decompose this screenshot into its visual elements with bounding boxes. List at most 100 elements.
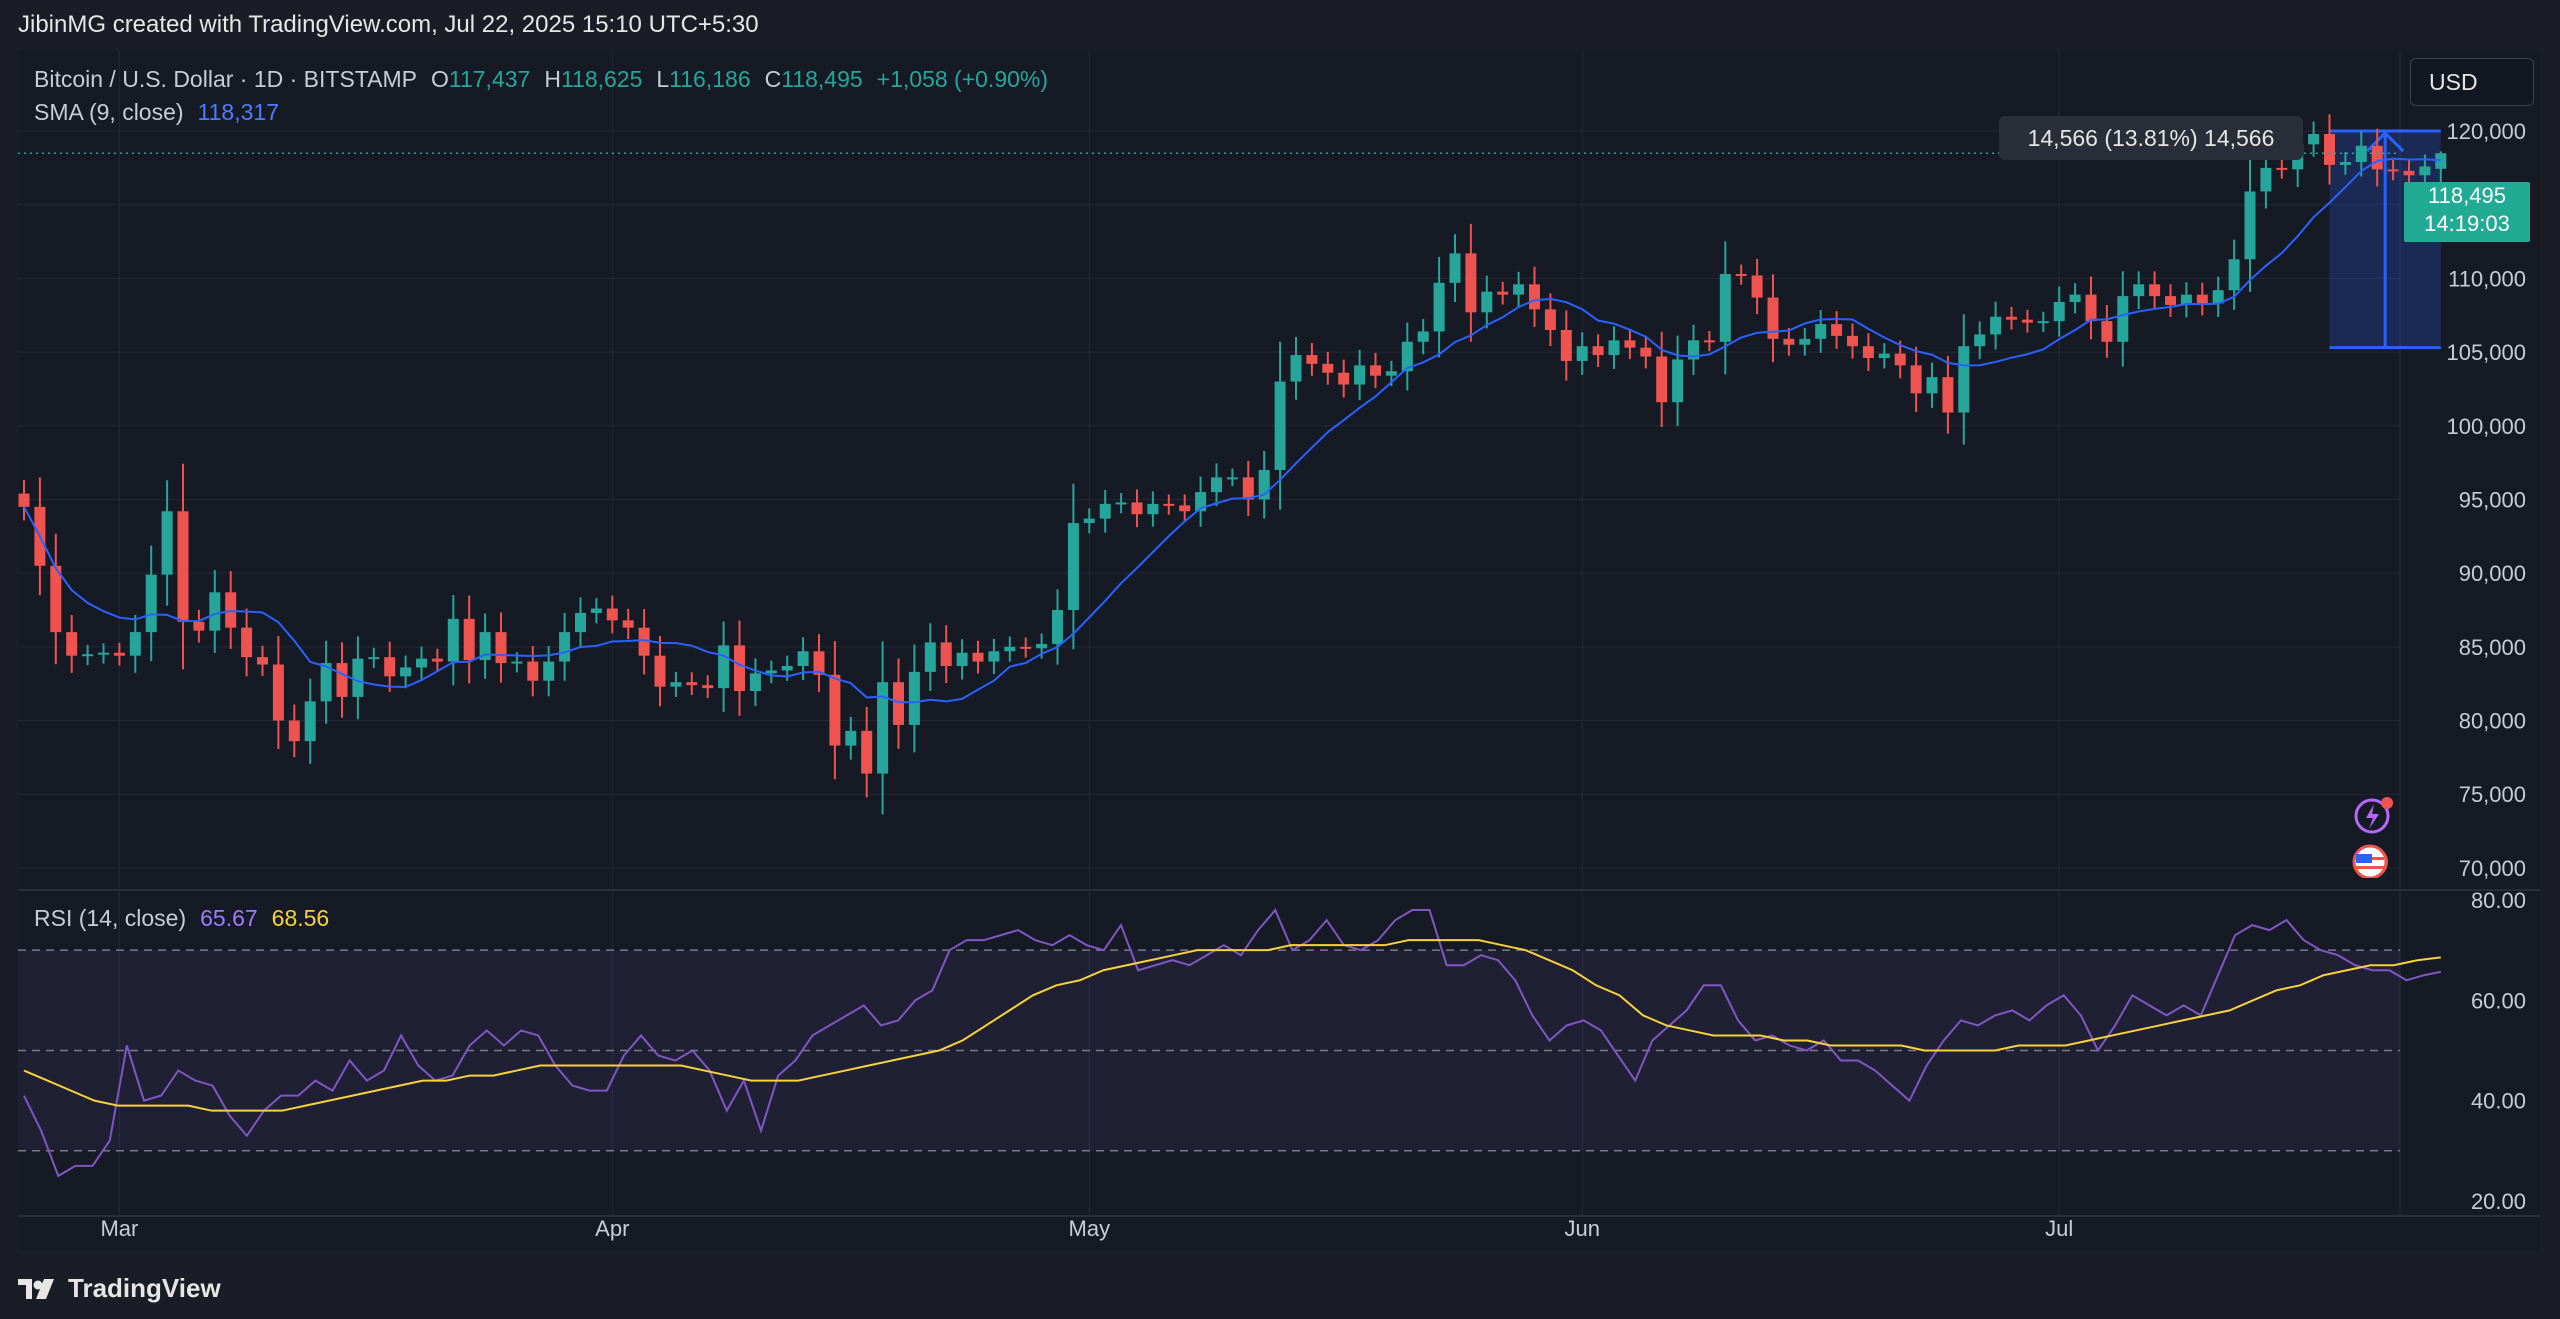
candle-body	[1147, 503, 1159, 515]
price-chart-svg[interactable]: 70,000 75,000 80,000 85,000 90,000 95,000 100,…	[0, 0, 2560, 1319]
candle	[575, 597, 586, 648]
candle	[2021, 309, 2033, 333]
candle-body	[1926, 377, 1938, 394]
candle-body	[1465, 253, 1477, 313]
candle	[2101, 305, 2113, 358]
symbol-label[interactable]: Bitcoin / U.S. Dollar · 1D · BITSTAMP	[34, 66, 417, 93]
candle	[1767, 274, 1779, 363]
candle-body	[559, 632, 571, 662]
candle	[1226, 468, 1238, 487]
candle	[2276, 158, 2288, 179]
rsi-value: 65.67	[200, 905, 258, 931]
close-value: 118,495	[781, 66, 863, 92]
tradingview-logo[interactable]: TradingView	[18, 1273, 221, 1304]
candle	[479, 613, 491, 679]
candle-body	[1354, 365, 1366, 385]
rsi-legend[interactable]: RSI (14, close) 65.67 68.56	[34, 905, 329, 932]
candle-body	[161, 511, 173, 575]
candle	[1831, 311, 1843, 349]
lightning-alert-icon[interactable]	[2354, 797, 2393, 834]
candle-body	[1481, 291, 1493, 313]
tradingview-brand: TradingView	[68, 1273, 221, 1303]
price-axis-label: 90,000	[2459, 561, 2526, 586]
open-value: 117,437	[448, 66, 531, 92]
time-axis-label: Jun	[1564, 1216, 1599, 1241]
candle	[1115, 493, 1127, 514]
candle-body	[2387, 169, 2399, 172]
candle-body	[2419, 166, 2431, 176]
candle	[1099, 489, 1111, 533]
candle-body	[1338, 372, 1350, 385]
candle-body	[1624, 340, 1636, 348]
candle	[1020, 637, 1032, 658]
time-axis-label: Apr	[595, 1216, 629, 1241]
candle	[1910, 346, 1922, 413]
candle	[1242, 460, 1254, 517]
candle-body	[1799, 338, 1811, 345]
candle	[1974, 321, 1986, 360]
candle	[463, 595, 475, 684]
high-value: 118,625	[560, 66, 643, 92]
candle-body	[893, 682, 904, 725]
candle	[1401, 322, 1413, 391]
candle-body	[670, 682, 682, 687]
price-axis-label: 110,000	[2448, 266, 2526, 291]
rsi-label: RSI (14, close)	[34, 905, 187, 931]
candle-body	[2006, 316, 2017, 320]
candle-body	[1020, 646, 1032, 649]
price-axis-label: 95,000	[2459, 487, 2526, 512]
candle-body	[1290, 355, 1302, 382]
candle	[272, 636, 284, 749]
candle	[718, 621, 730, 712]
candle	[1004, 636, 1016, 662]
us-flag-event-icon[interactable]	[2352, 844, 2388, 878]
candle-body	[988, 651, 1000, 662]
price-axis-label: 70,000	[2459, 856, 2526, 881]
candle-body	[50, 565, 62, 633]
candle-body	[1083, 518, 1095, 524]
last-price-value: 118,495	[2428, 183, 2506, 208]
footer-bar: TradingView	[0, 1258, 2560, 1319]
candle-body	[972, 652, 984, 662]
candle	[145, 545, 157, 662]
candle-body	[1529, 284, 1540, 310]
candle	[1688, 324, 1699, 376]
candle	[1163, 494, 1175, 515]
candle-body	[2165, 296, 2176, 305]
candle-body	[1958, 346, 1970, 413]
candle-body	[527, 661, 539, 681]
candle-body	[1672, 359, 1684, 403]
candle-body	[1592, 346, 1604, 356]
time-axis-label: Mar	[100, 1216, 138, 1241]
candle-body	[702, 685, 714, 689]
candle	[559, 612, 571, 681]
candle-body	[129, 632, 141, 656]
candle-body	[1449, 253, 1461, 283]
candle	[1576, 332, 1588, 375]
candle	[2006, 306, 2017, 330]
candle-body	[765, 670, 777, 674]
candle	[908, 644, 920, 753]
candle-body	[1163, 503, 1175, 506]
time-axis-label: Jul	[2045, 1216, 2073, 1241]
price-axis-label: 120,000	[2446, 119, 2526, 144]
high-label: H	[544, 66, 561, 92]
candle-body	[1322, 363, 1334, 373]
candle	[1672, 335, 1684, 427]
candle-body	[1544, 309, 1556, 330]
candle-body	[1847, 335, 1858, 347]
price-axis-label: 80,000	[2459, 709, 2526, 734]
candle	[1322, 351, 1334, 385]
candle-body	[2069, 294, 2081, 302]
candle	[1847, 323, 1858, 359]
currency-button[interactable]: USD	[2410, 58, 2534, 106]
sma-legend[interactable]: SMA (9, close) 118,317	[34, 99, 279, 126]
candle	[1481, 275, 1493, 329]
candle	[1465, 223, 1477, 342]
candle-body	[495, 632, 507, 664]
candle-body	[336, 663, 348, 697]
candle	[66, 615, 78, 673]
candle-body	[1004, 646, 1016, 652]
candle	[2180, 282, 2192, 318]
low-label: L	[656, 66, 670, 92]
